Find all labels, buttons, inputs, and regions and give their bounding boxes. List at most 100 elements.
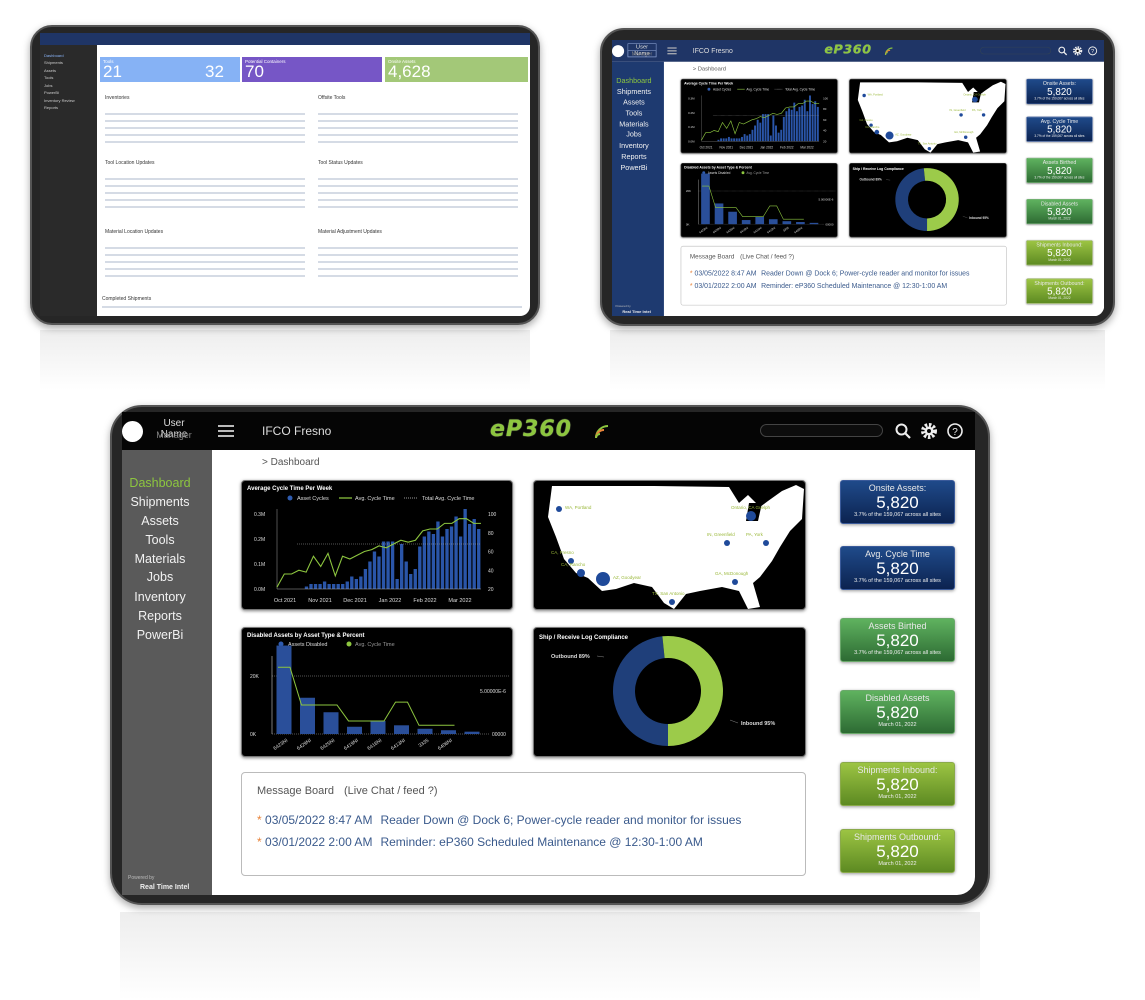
table-row[interactable] [105,134,305,136]
legacy-nav-item[interactable]: Tools [44,75,53,80]
kpi-onsite-assets[interactable]: Onsite Assets: 5,820 3.7% of the 159,067 a… [840,480,955,524]
compliance-donut-chart[interactable]: Ship / Receive Log Compliance Outbound 89… [849,162,1007,238]
sidebar-item-dashboard[interactable]: Dashboard [122,476,198,490]
legacy-nav-item[interactable]: PowerBi [44,90,59,95]
table-row[interactable] [318,254,518,256]
sidebar-item-tools[interactable]: Tools [122,533,198,547]
help-icon[interactable]: ? [946,422,964,440]
table-row[interactable] [318,134,518,136]
table-row[interactable] [105,247,305,249]
table-row[interactable] [318,178,518,180]
table-row[interactable] [318,268,518,270]
help-icon[interactable]: ? [1087,46,1098,56]
map-pin[interactable] [596,572,610,586]
sidebar-item-inventory[interactable]: Inventory [122,590,198,604]
map-pin[interactable] [959,113,963,117]
map-pin[interactable] [732,579,738,585]
sidebar-item-materials[interactable]: Materials [122,552,198,566]
message-item[interactable]: * 03/01/2022 2:00 AM Reminder: eP360 Sche… [690,282,947,290]
table-row[interactable] [318,192,518,194]
message-item[interactable]: * 03/05/2022 8:47 AM Reader Down @ Dock 6… [690,269,970,277]
kpi-shipments-inbound[interactable]: Shipments Inbound: 5,820 March 01, 2022 [1026,240,1093,266]
table-row[interactable] [105,199,305,201]
gear-icon[interactable] [1072,46,1083,56]
sidebar-item-powerbi[interactable]: PowerBi [612,164,656,172]
table-row[interactable] [318,199,518,201]
table-row[interactable] [105,178,305,180]
table-row[interactable] [318,185,518,187]
legacy-nav-item[interactable]: Assets [44,68,56,73]
map-pin[interactable] [556,506,562,512]
map-pin[interactable] [862,93,866,98]
potential-containers-card[interactable]: Potential Containers 70 [242,57,382,82]
message-item[interactable]: * 03/01/2022 2:00 AM Reminder: eP360 Sche… [257,835,703,849]
table-row[interactable] [105,275,305,277]
map-pin[interactable] [981,113,986,117]
compliance-donut-chart[interactable]: Ship / Receive Log Compliance Outbound 89… [533,627,806,757]
sidebar-item-jobs[interactable]: Jobs [612,130,656,138]
search-input[interactable] [760,424,883,437]
kpi-assets-birthed[interactable]: Assets Birthed 5,820 3.7% of the 159,067 a… [1026,157,1093,183]
search-input[interactable] [980,46,1052,55]
legacy-nav-item[interactable]: Reports [44,105,58,110]
sidebar-item-materials[interactable]: Materials [612,120,656,128]
legacy-nav-item[interactable]: Inventory Review [44,98,75,103]
sidebar-item-shipments[interactable]: Shipments [122,495,198,509]
sidebar-item-powerbi[interactable]: PowerBi [122,628,198,642]
table-row[interactable] [318,127,518,129]
disabled-assets-chart[interactable]: Disabled Assets by Asset Type & Percent A… [680,162,838,238]
breadcrumb-current[interactable]: Dashboard [271,457,320,468]
hamburger-menu-icon[interactable] [218,425,234,437]
onsite-assets-card[interactable]: Onsite Assets 4,628 [385,57,528,82]
table-row[interactable] [105,254,305,256]
map-pin[interactable] [927,146,932,151]
sidebar-item-inventory[interactable]: Inventory [612,142,656,150]
cycle-time-chart[interactable]: Average Cycle Time Per Week Asset Cycles A… [680,78,838,154]
avatar[interactable] [612,45,625,58]
tools-card[interactable]: Tools 21 32 [100,57,240,82]
map-pin[interactable] [885,131,894,140]
gear-icon[interactable] [920,422,938,440]
sidebar-item-reports[interactable]: Reports [612,153,656,161]
avatar[interactable] [122,421,143,442]
site-name[interactable]: IFCO Fresno [262,424,331,438]
sidebar-item-jobs[interactable]: Jobs [122,570,198,584]
table-row[interactable] [105,113,305,115]
table-row[interactable] [105,120,305,122]
table-row[interactable] [105,127,305,129]
table-row[interactable] [318,120,518,122]
sidebar-item-shipments[interactable]: Shipments [612,87,656,95]
table-row[interactable] [318,141,518,143]
table-row[interactable] [105,206,305,208]
site-map[interactable]: WA, Portland Ontario, CA Guelph IN, Greenf… [849,78,1007,154]
table-row[interactable] [105,141,305,143]
legacy-nav-item[interactable]: Shipments [44,60,63,65]
map-pin[interactable] [874,129,880,135]
kpi-disabled-assets[interactable]: Disabled Assets 5,820 March 01, 2022 [1026,199,1093,225]
hamburger-menu-icon[interactable] [667,47,677,55]
table-row[interactable] [318,206,518,208]
cycle-time-chart[interactable]: Average Cycle Time Per Week Asset Cycles A… [241,480,513,610]
kpi-disabled-assets[interactable]: Disabled Assets 5,820 March 01, 2022 [840,690,955,734]
table-row[interactable] [318,275,518,277]
message-item[interactable]: * 03/05/2022 8:47 AM Reader Down @ Dock 6… [257,813,741,827]
map-pin[interactable] [724,540,730,546]
kpi-assets-birthed[interactable]: Assets Birthed 5,820 3.7% of the 159,067 a… [840,618,955,662]
kpi-onsite-assets[interactable]: Onsite Assets: 5,820 3.7% of the 159,067 a… [1026,78,1093,105]
legacy-nav-item[interactable]: Jobs [44,83,52,88]
sidebar-item-dashboard[interactable]: Dashboard [612,77,656,85]
kpi-avg-cycle-time[interactable]: Avg. Cycle Time 5,820 3.7% of the 159,067 … [1026,116,1093,142]
map-pin[interactable] [963,135,968,139]
table-row[interactable] [105,261,305,263]
search-icon[interactable] [1057,46,1068,56]
kpi-shipments-outbound[interactable]: Shipments Outbound: 5,820 March 01, 2022 [1026,278,1093,304]
search-icon[interactable] [894,422,912,440]
map-pin[interactable] [669,599,675,605]
site-name[interactable]: IFCO Fresno [693,47,733,55]
map-pin[interactable] [746,511,756,521]
kpi-avg-cycle-time[interactable]: Avg. Cycle Time 5,820 3.7% of the 159,067 … [840,546,955,590]
sidebar-item-tools[interactable]: Tools [612,109,656,117]
kpi-shipments-inbound[interactable]: Shipments Inbound: 5,820 March 01, 2022 [840,762,955,806]
table-row[interactable] [318,247,518,249]
legacy-nav-item[interactable]: Dashboard [44,53,64,58]
